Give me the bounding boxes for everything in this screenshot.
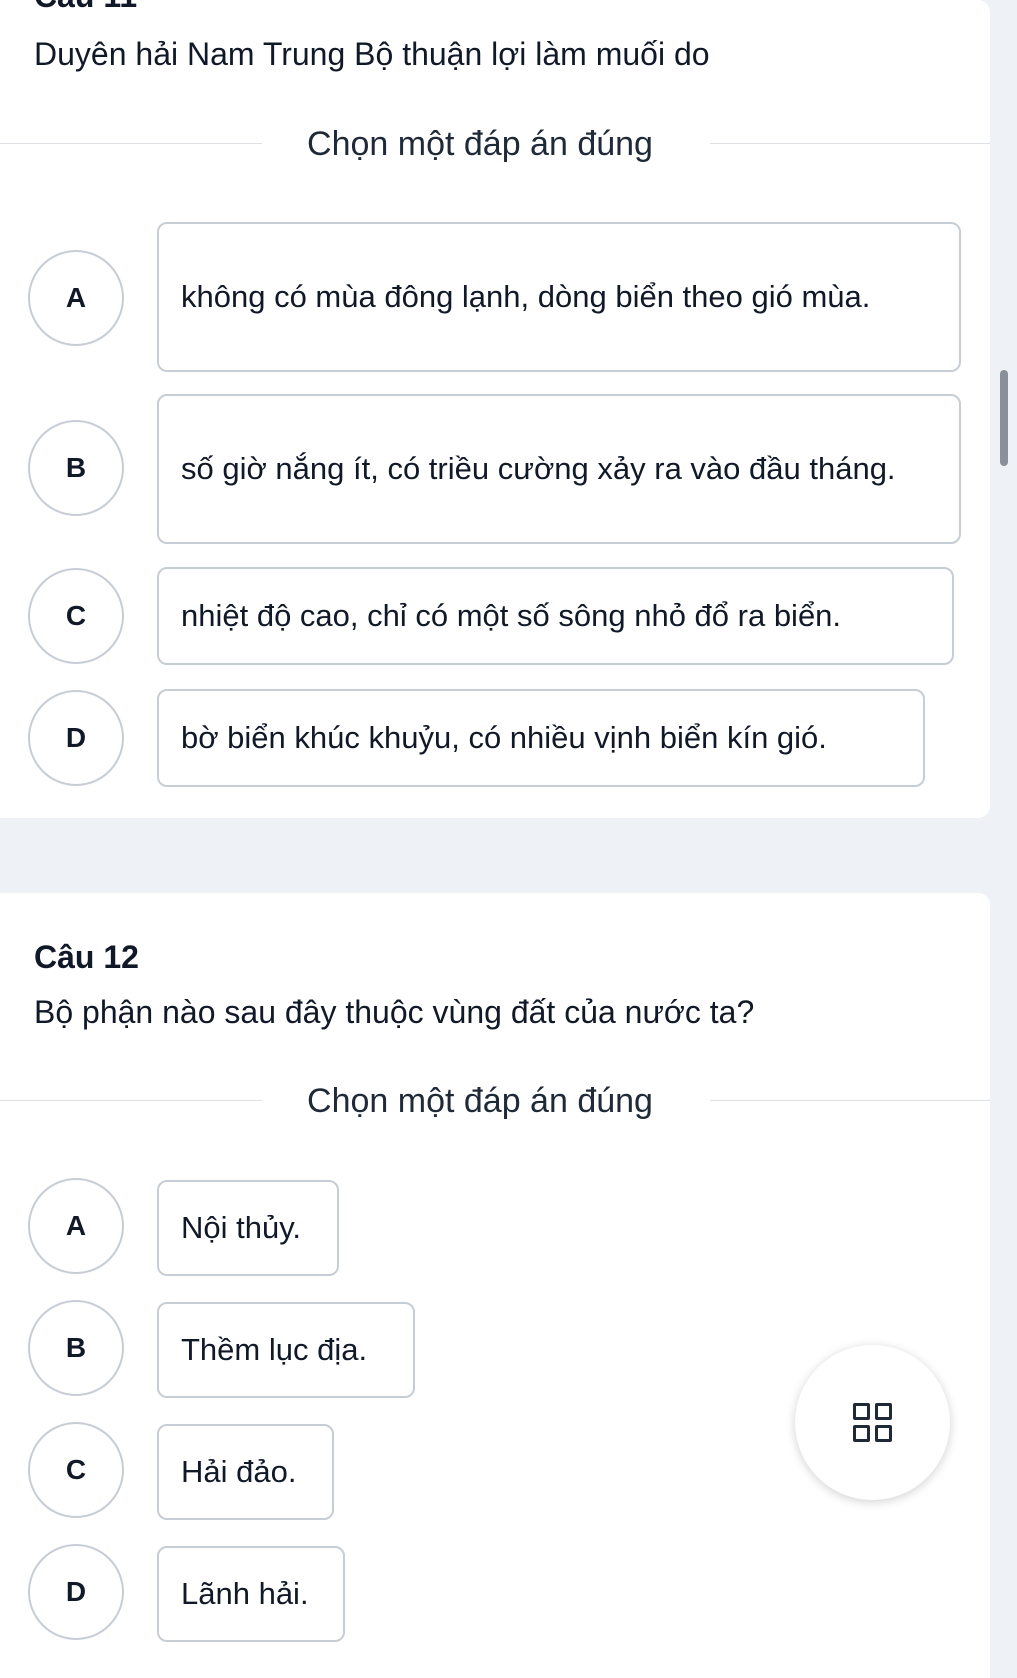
- grid-icon: [852, 1402, 893, 1443]
- option-b-answer[interactable]: Thềm lục địa.: [157, 1302, 415, 1398]
- option-b-text: Thềm lục địa.: [181, 1332, 368, 1367]
- option-d-letter[interactable]: D: [28, 690, 124, 786]
- question-number: Câu 12: [34, 939, 139, 975]
- scrollbar[interactable]: [1000, 370, 1008, 466]
- question-text: Bộ phận nào sau đây thuộc vùng đất của n…: [34, 994, 755, 1030]
- option-d-answer[interactable]: Lãnh hải.: [157, 1546, 345, 1642]
- question-card-12: Câu 12 Bộ phận nào sau đây thuộc vùng đấ…: [0, 893, 990, 1678]
- option-c-letter[interactable]: C: [28, 568, 124, 664]
- instruction-label: Chọn một đáp án đúng: [307, 125, 653, 163]
- option-b-letter[interactable]: B: [28, 420, 124, 516]
- option-b-answer[interactable]: số giờ nắng ít, có triều cường xảy ra và…: [157, 394, 961, 544]
- question-grid-button[interactable]: [795, 1345, 950, 1500]
- question-text: Duyên hải Nam Trung Bộ thuận lợi làm muố…: [34, 36, 710, 72]
- option-d-text: bờ biển khúc khuỷu, có nhiều vịnh biển k…: [181, 720, 827, 755]
- instruction-label: Chọn một đáp án đúng: [307, 1082, 653, 1120]
- option-c-text: nhiệt độ cao, chỉ có một số sông nhỏ đổ …: [181, 598, 842, 633]
- question-card-11: Câu 11 Duyên hải Nam Trung Bộ thuận lợi …: [0, 0, 990, 818]
- option-a-letter[interactable]: A: [28, 1178, 124, 1274]
- instruction-divider: Chọn một đáp án đúng: [0, 121, 990, 165]
- instruction-divider: Chọn một đáp án đúng: [0, 1078, 990, 1122]
- option-a-letter[interactable]: A: [28, 250, 124, 346]
- option-b-letter[interactable]: B: [28, 1300, 124, 1396]
- divider-line: [710, 1100, 990, 1101]
- option-d-text: Lãnh hải.: [181, 1576, 309, 1611]
- option-c-answer[interactable]: Hải đảo.: [157, 1424, 334, 1520]
- option-c-letter[interactable]: C: [28, 1422, 124, 1518]
- option-a-text: Nội thủy.: [181, 1210, 302, 1245]
- option-a-answer[interactable]: Nội thủy.: [157, 1180, 339, 1276]
- option-c-text: Hải đảo.: [181, 1454, 297, 1489]
- option-d-letter[interactable]: D: [28, 1544, 124, 1640]
- option-c-answer[interactable]: nhiệt độ cao, chỉ có một số sông nhỏ đổ …: [157, 567, 954, 665]
- option-b-text: số giờ nắng ít, có triều cường xảy ra và…: [181, 451, 896, 486]
- question-number: Câu 11: [34, 0, 137, 15]
- option-a-answer[interactable]: không có mùa đông lạnh, dòng biển theo g…: [157, 222, 961, 372]
- option-d-answer[interactable]: bờ biển khúc khuỷu, có nhiều vịnh biển k…: [157, 689, 925, 787]
- option-a-text: không có mùa đông lạnh, dòng biển theo g…: [181, 279, 871, 314]
- divider-line: [710, 143, 990, 144]
